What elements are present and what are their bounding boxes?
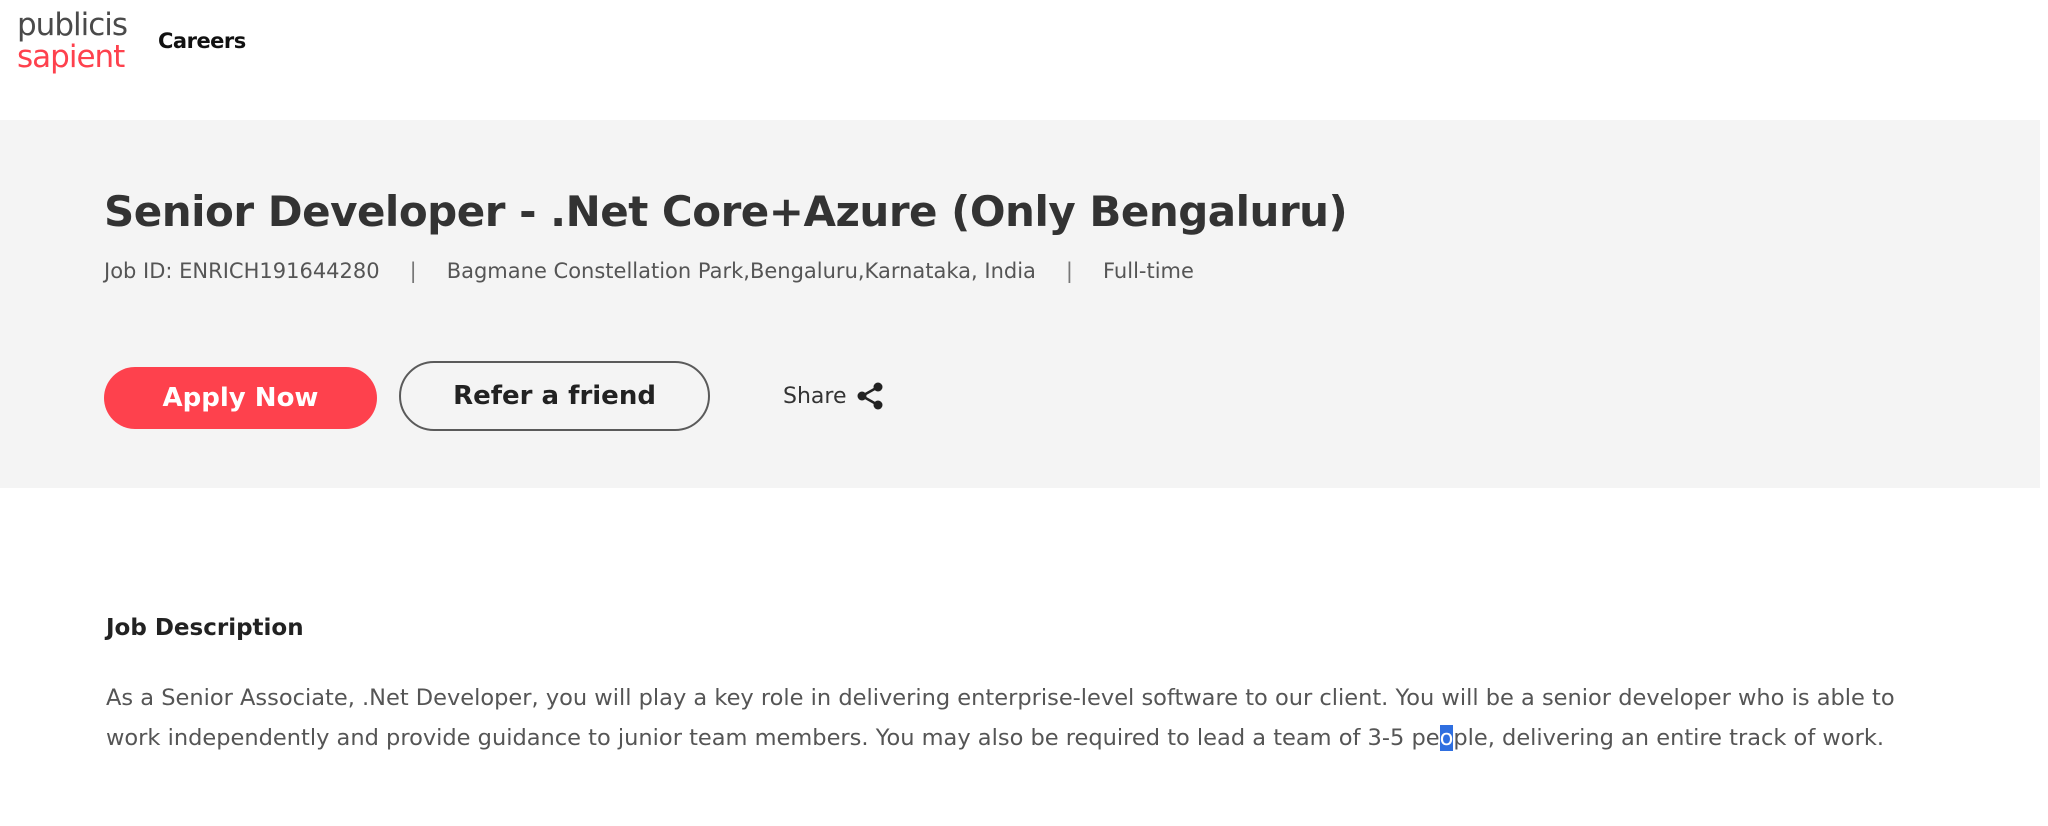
careers-nav-link[interactable]: Careers bbox=[158, 29, 246, 53]
logo-line-sapient: sapient bbox=[17, 39, 125, 75]
apply-now-button[interactable]: Apply Now bbox=[104, 367, 377, 429]
publicis-sapient-logo[interactable]: publicis sapient bbox=[17, 7, 128, 75]
job-description-heading: Job Description bbox=[106, 615, 304, 641]
share-icon bbox=[857, 382, 882, 410]
job-meta-row: Job ID: ENRICH191644280 | Bagmane Conste… bbox=[104, 259, 1194, 283]
text-selection-highlight: o bbox=[1439, 725, 1454, 751]
share-button[interactable]: Share bbox=[783, 381, 885, 411]
meta-separator: | bbox=[1065, 259, 1073, 283]
top-navigation-bar: publicis sapient Careers bbox=[0, 0, 2048, 120]
job-description-text: As a Senior Associate, .Net Developer, y… bbox=[106, 678, 1946, 758]
job-type: Full-time bbox=[1103, 259, 1194, 283]
meta-separator: | bbox=[409, 259, 417, 283]
refer-a-friend-button[interactable]: Refer a friend bbox=[399, 361, 710, 431]
job-header-section: Senior Developer - .Net Core+Azure (Only… bbox=[0, 120, 2040, 488]
logo-line-publicis: publicis bbox=[17, 7, 128, 43]
job-id: Job ID: ENRICH191644280 bbox=[104, 259, 380, 283]
job-location: Bagmane Constellation Park,Bengaluru,Kar… bbox=[446, 259, 1036, 283]
share-label: Share bbox=[783, 383, 847, 409]
description-text-part: ple, delivering an entire track of work. bbox=[1453, 725, 1885, 751]
job-title: Senior Developer - .Net Core+Azure (Only… bbox=[104, 187, 1348, 236]
